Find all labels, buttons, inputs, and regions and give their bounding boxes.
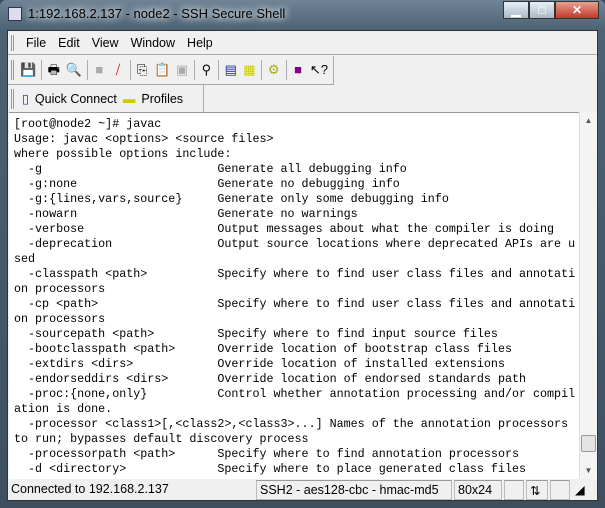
- save-icon[interactable]: 💾: [20, 61, 36, 79]
- terminal-line: on processors: [14, 282, 106, 296]
- scroll-up-arrow[interactable]: ▲: [580, 112, 597, 129]
- resize-grip-icon[interactable]: ◢: [572, 480, 592, 500]
- paste-disabled-icon[interactable]: ▣: [175, 61, 189, 79]
- new-terminal-icon[interactable]: ▤: [224, 61, 238, 79]
- disabled-icon[interactable]: ■: [92, 61, 106, 79]
- menu-window[interactable]: Window: [131, 36, 175, 50]
- print-preview-icon[interactable]: 🔍: [66, 61, 82, 79]
- connection-status: Connected to 192.168.2.137: [11, 482, 169, 496]
- transfer-icon: ⇅: [526, 480, 548, 500]
- vertical-scrollbar[interactable]: ▲ ▼: [579, 112, 597, 479]
- terminal-line: -endorseddirs <dirs> Override location o…: [14, 372, 526, 386]
- folder-icon: ▬: [122, 91, 136, 106]
- terminal-line: -d <directory> Specify where to place ge…: [14, 462, 526, 476]
- ssh-window: 1:192.168.2.137 - node2 - SSH Secure She…: [0, 0, 605, 508]
- status-bar: Connected to 192.168.2.137 SSH2 - aes128…: [8, 480, 597, 501]
- terminal-line: -sourcepath <path> Specify where to find…: [14, 327, 498, 341]
- window-title: 1:192.168.2.137 - node2 - SSH Secure She…: [28, 6, 286, 21]
- disconnect-icon[interactable]: ⧸: [111, 61, 125, 79]
- terminal-line: -extdirs <dirs> Override location of ins…: [14, 357, 505, 371]
- terminal[interactable]: [root@node2 ~]# javac Usage: javac <optio…: [9, 112, 580, 479]
- settings-icon[interactable]: ⚙: [267, 61, 281, 79]
- menu-edit[interactable]: Edit: [58, 36, 80, 50]
- help-book-icon[interactable]: ■: [291, 61, 305, 79]
- terminal-line: on processors: [14, 312, 106, 326]
- terminal-line: ation is done.: [14, 402, 113, 416]
- print-icon[interactable]: 🖶: [47, 61, 61, 79]
- terminal-line: [root@node2 ~]# javac: [14, 117, 162, 131]
- menu-view[interactable]: View: [92, 36, 119, 50]
- grip: [11, 35, 14, 51]
- terminal-line: -proc:{none,only} Control whether annota…: [14, 387, 576, 401]
- quick-connect-bar: ▯ Quick Connect ▬ Profiles: [8, 85, 204, 112]
- grip: [11, 89, 14, 109]
- find-icon[interactable]: ⚲: [200, 61, 214, 79]
- toolbar: 💾 🖶 🔍 ■ ⧸ ⎘ 📋 ▣ ⚲ ▤ ▦ ⚙ ■ ↖?: [8, 56, 334, 85]
- copy-icon[interactable]: ⎘: [135, 61, 149, 79]
- terminal-line: -deprecation Output source locations whe…: [14, 237, 576, 251]
- terminal-line: -classpath <path> Specify where to find …: [14, 267, 576, 281]
- terminal-line: where possible options include:: [14, 147, 232, 161]
- quick-connect-button[interactable]: Quick Connect: [35, 92, 117, 106]
- profiles-button[interactable]: Profiles: [141, 92, 183, 106]
- grip: [11, 60, 14, 80]
- terminal-line: sed: [14, 252, 36, 266]
- terminal-line: -bootclasspath <path> Override location …: [14, 342, 512, 356]
- terminal-line: -verbose Output messages about what the …: [14, 222, 555, 236]
- menu-bar: File Edit View Window Help: [8, 31, 597, 55]
- terminal-line: -processor <class1>[,<class2>,<class3>..…: [14, 417, 569, 431]
- terminal-line: -g:{lines,vars,source} Generate only som…: [14, 192, 449, 206]
- terminal-line: to run; bypasses default discovery proce…: [14, 432, 309, 446]
- cipher-status: SSH2 - aes128-cbc - hmac-md5: [256, 480, 452, 500]
- terminal-output: [root@node2 ~]# javac Usage: javac <optio…: [14, 117, 580, 477]
- terminal-line: -g:none Generate no debugging info: [14, 177, 400, 191]
- menu-file[interactable]: File: [26, 36, 46, 50]
- paste-icon[interactable]: 📋: [154, 61, 170, 79]
- context-help-icon[interactable]: ↖?: [310, 61, 328, 79]
- new-file-transfer-icon[interactable]: ▦: [243, 61, 257, 79]
- scroll-down-arrow[interactable]: ▼: [580, 462, 597, 479]
- terminal-line: Usage: javac <options> <source files>: [14, 132, 274, 146]
- quick-connect-icon: ▯: [22, 92, 29, 106]
- menu-help[interactable]: Help: [187, 36, 213, 50]
- terminal-line: -processorpath <path> Specify where to f…: [14, 447, 519, 461]
- terminal-line: -cp <path> Specify where to find user cl…: [14, 297, 576, 311]
- minimize-button[interactable]: ▁: [503, 1, 529, 19]
- terminal-line: -g Generate all debugging info: [14, 162, 407, 176]
- terminal-line: -nowarn Generate no warnings: [14, 207, 358, 221]
- terminal-size: 80x24: [454, 480, 502, 500]
- status-empty: [550, 480, 570, 500]
- status-empty: [504, 480, 524, 500]
- app-icon: [8, 7, 22, 21]
- close-button[interactable]: ✕: [555, 1, 599, 19]
- maximize-button[interactable]: □: [529, 1, 555, 19]
- scroll-thumb[interactable]: [581, 435, 596, 452]
